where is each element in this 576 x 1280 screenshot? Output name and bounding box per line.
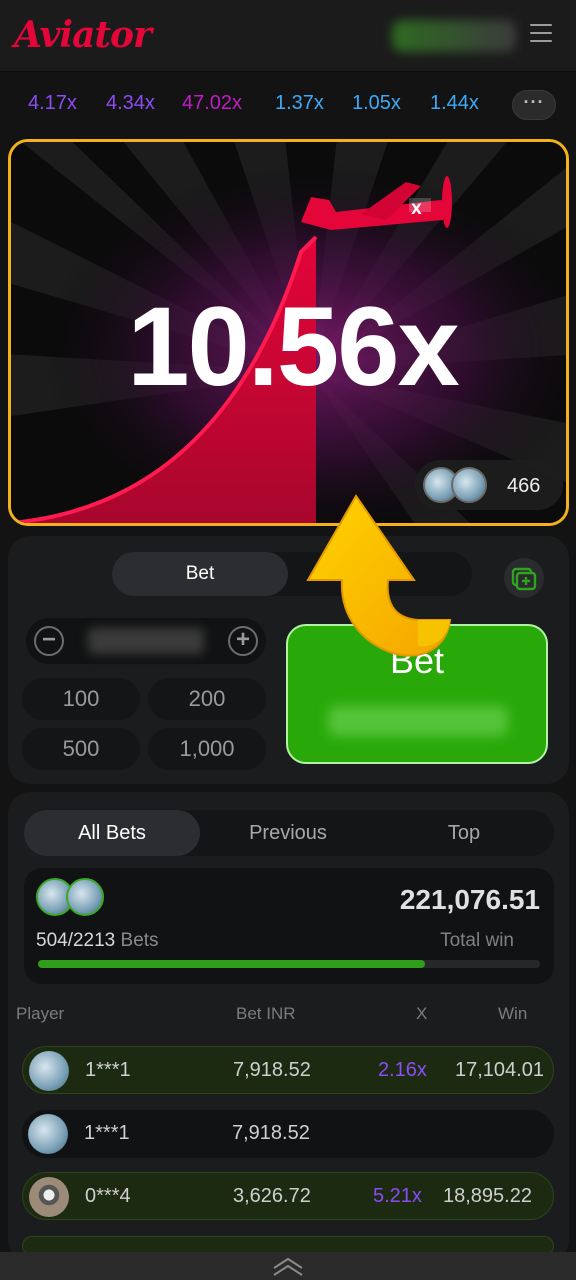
bets-progress-fill bbox=[38, 960, 425, 968]
bet-amount: 3,626.72 bbox=[233, 1185, 311, 1207]
hamburger-menu-icon[interactable] bbox=[530, 24, 552, 46]
table-row: 0***4 3,626.72 5.21x 18,895.22 bbox=[22, 1172, 554, 1220]
bet-mode-toggle: Bet bbox=[112, 552, 472, 596]
total-win-value: 221,076.51 bbox=[399, 884, 540, 915]
player-name: 1***1 bbox=[84, 1122, 130, 1144]
avatar bbox=[451, 467, 487, 503]
win-amount: 18,895.22 bbox=[443, 1185, 532, 1207]
bets-table-header: Player Bet INR X Win bbox=[0, 1004, 576, 1024]
tab-top[interactable]: Top bbox=[376, 810, 552, 856]
chevron-up-icon[interactable] bbox=[270, 1256, 306, 1278]
player-name: 0***4 bbox=[85, 1185, 131, 1207]
win-multiplier: 5.21x bbox=[373, 1185, 422, 1207]
bet-amount-stepper: − + bbox=[26, 618, 266, 664]
aviator-logo[interactable]: Aviator bbox=[14, 14, 152, 56]
win-amount: 17,104.01 bbox=[455, 1059, 544, 1081]
avatar bbox=[66, 878, 104, 916]
quick-amount-button[interactable]: 200 bbox=[148, 678, 266, 720]
total-win-label: Total win bbox=[440, 930, 514, 951]
place-bet-button[interactable]: Bet bbox=[286, 624, 548, 764]
game-canvas: X 10.56x 466 bbox=[8, 139, 569, 526]
more-history-button[interactable]: ··· bbox=[512, 90, 556, 120]
history-multiplier[interactable]: 47.02x bbox=[182, 92, 242, 115]
player-name: 1***1 bbox=[85, 1059, 131, 1081]
quick-amount-button[interactable]: 500 bbox=[22, 728, 140, 770]
bet-amount: 7,918.52 bbox=[233, 1059, 311, 1081]
decrease-bet-button[interactable]: − bbox=[34, 626, 64, 656]
quick-amount-button[interactable]: 1,000 bbox=[148, 728, 266, 770]
svg-text:X: X bbox=[411, 202, 422, 218]
column-bet: Bet INR bbox=[236, 1004, 296, 1023]
avatar bbox=[29, 1177, 69, 1217]
avatar bbox=[29, 1051, 69, 1091]
table-row: 1***1 7,918.52 bbox=[22, 1110, 554, 1158]
win-multiplier: 2.16x bbox=[378, 1059, 427, 1081]
bet-button-amount bbox=[328, 706, 508, 736]
table-row: 1***1 7,918.52 2.16x 17,104.01 bbox=[22, 1046, 554, 1094]
quick-amount-button[interactable]: 100 bbox=[22, 678, 140, 720]
history-multiplier[interactable]: 1.37x bbox=[275, 92, 324, 115]
bets-tabs: All Bets Previous Top bbox=[24, 810, 554, 856]
column-player: Player bbox=[16, 1004, 65, 1023]
bets-count: 504/2213 Bets bbox=[36, 930, 159, 951]
balance-display bbox=[392, 20, 516, 52]
increase-bet-button[interactable]: + bbox=[228, 626, 258, 656]
column-win: Win bbox=[498, 1004, 528, 1023]
avatar bbox=[28, 1114, 68, 1154]
bet-amount-input[interactable] bbox=[88, 628, 204, 654]
players-online: 466 bbox=[415, 460, 563, 510]
add-bet-panel-button[interactable] bbox=[504, 558, 544, 598]
tab-previous[interactable]: Previous bbox=[200, 810, 376, 856]
tab-bet[interactable]: Bet bbox=[112, 552, 288, 596]
current-multiplier: 10.56x bbox=[127, 284, 460, 409]
add-panel-icon bbox=[511, 567, 537, 591]
players-count: 466 bbox=[507, 475, 541, 497]
history-multiplier[interactable]: 4.34x bbox=[106, 92, 155, 115]
bets-progress-bar bbox=[38, 960, 540, 968]
bet-button-label: Bet bbox=[389, 640, 445, 681]
history-multiplier[interactable]: 1.05x bbox=[352, 92, 401, 115]
tab-all-bets[interactable]: All Bets bbox=[24, 810, 200, 856]
bottom-bar bbox=[0, 1252, 576, 1280]
bet-panel: Bet − + 100 200 500 1,000 Bet bbox=[8, 536, 569, 784]
column-x: X bbox=[416, 1004, 428, 1023]
bet-amount: 7,918.52 bbox=[232, 1122, 310, 1144]
multiplier-history: 4.17x 4.34x 47.02x 1.37x 1.05x 1.44x bbox=[0, 82, 576, 128]
history-multiplier[interactable]: 4.17x bbox=[28, 92, 77, 115]
bets-summary: 504/2213 Bets 221,076.51 Total win bbox=[24, 868, 554, 984]
history-multiplier[interactable]: 1.44x bbox=[430, 92, 479, 115]
header: Aviator bbox=[0, 0, 576, 72]
